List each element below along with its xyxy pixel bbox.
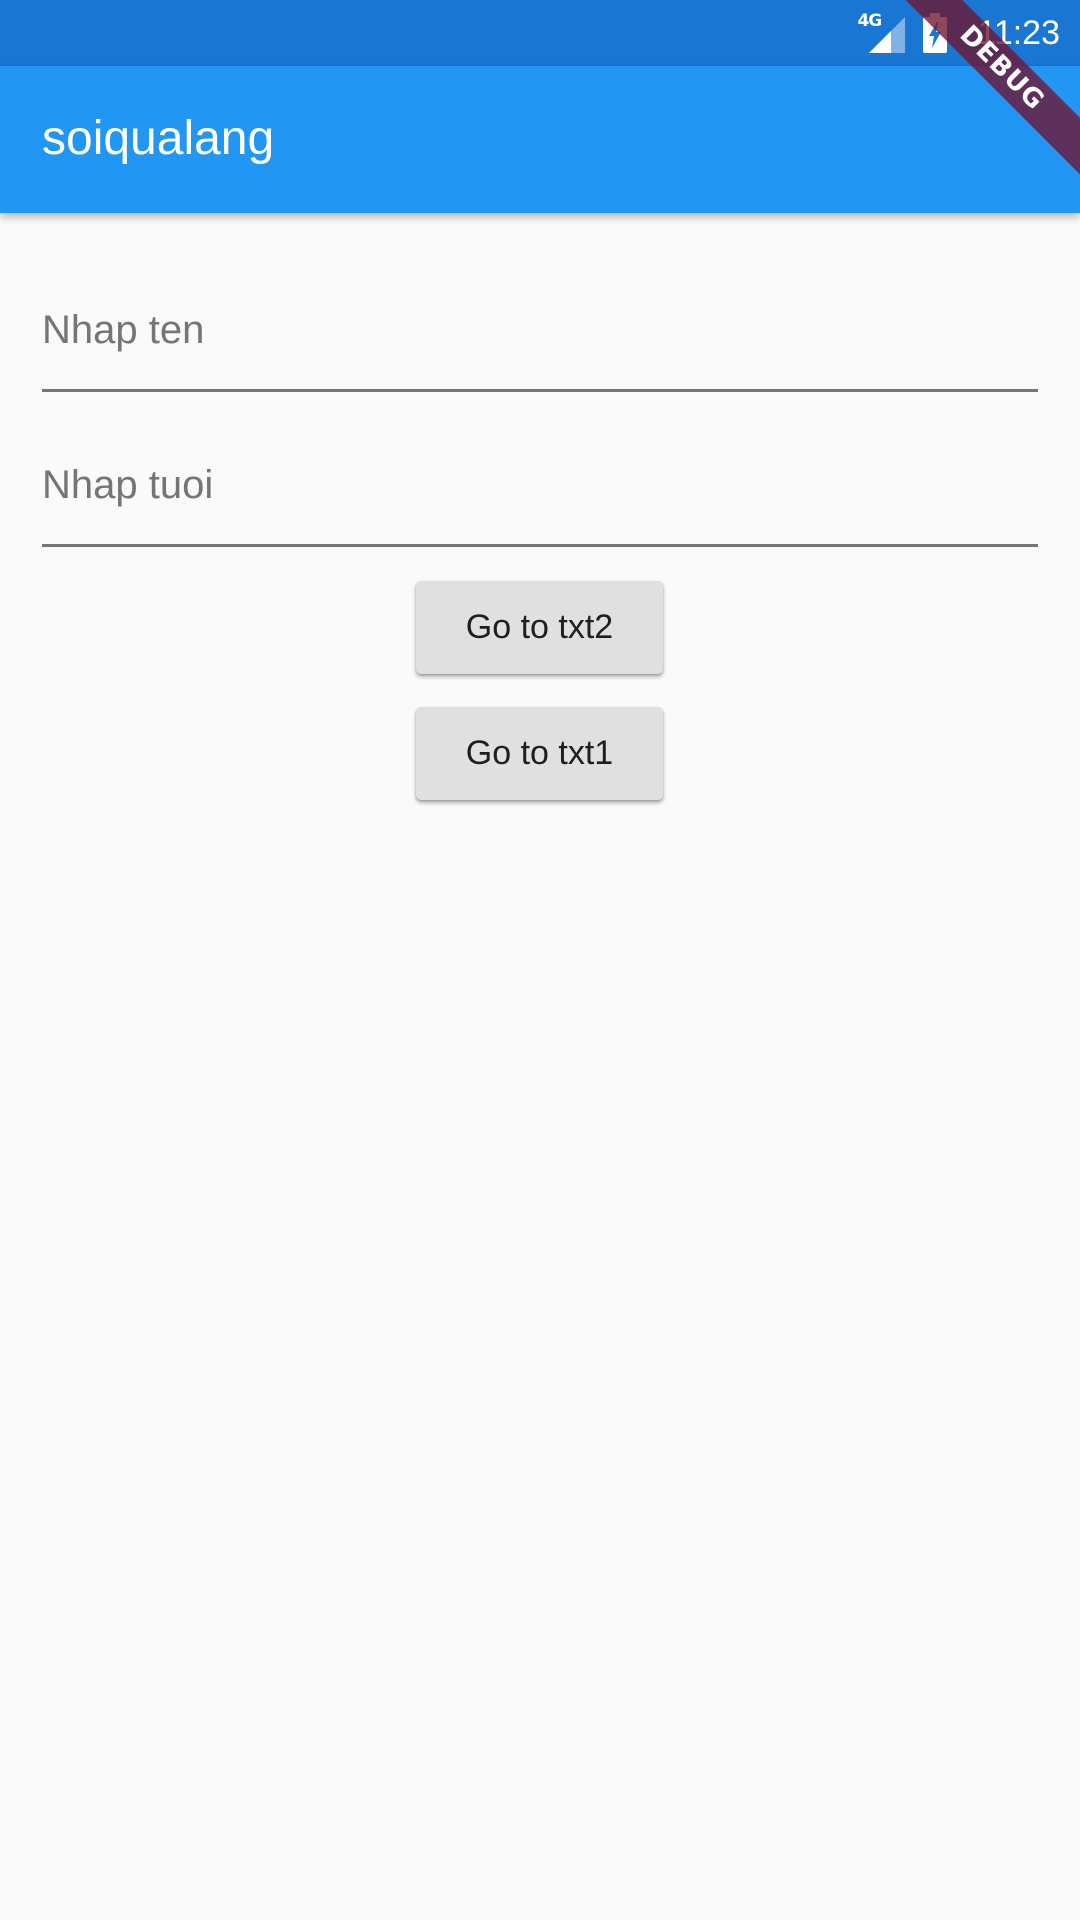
battery-charging-icon <box>923 13 948 53</box>
app-screen: 4G 11:23 soiqualang DEBUG Go to txt2 Go … <box>0 0 1080 1920</box>
name-field-container <box>42 308 1038 392</box>
age-field[interactable] <box>42 463 1038 547</box>
app-bar: soiqualang <box>0 66 1080 213</box>
status-icons: 4G 11:23 <box>857 0 1060 66</box>
status-bar: 4G 11:23 <box>0 0 1080 66</box>
status-time: 11:23 <box>977 13 1060 52</box>
network-indicator: 4G <box>857 11 906 53</box>
go-to-txt2-button[interactable]: Go to txt2 <box>416 581 663 674</box>
name-field[interactable] <box>42 308 1038 392</box>
age-field-container <box>42 463 1038 547</box>
signal-icon <box>869 17 906 53</box>
app-title: soiqualang <box>42 112 275 165</box>
go-to-txt1-button[interactable]: Go to txt1 <box>416 707 663 800</box>
